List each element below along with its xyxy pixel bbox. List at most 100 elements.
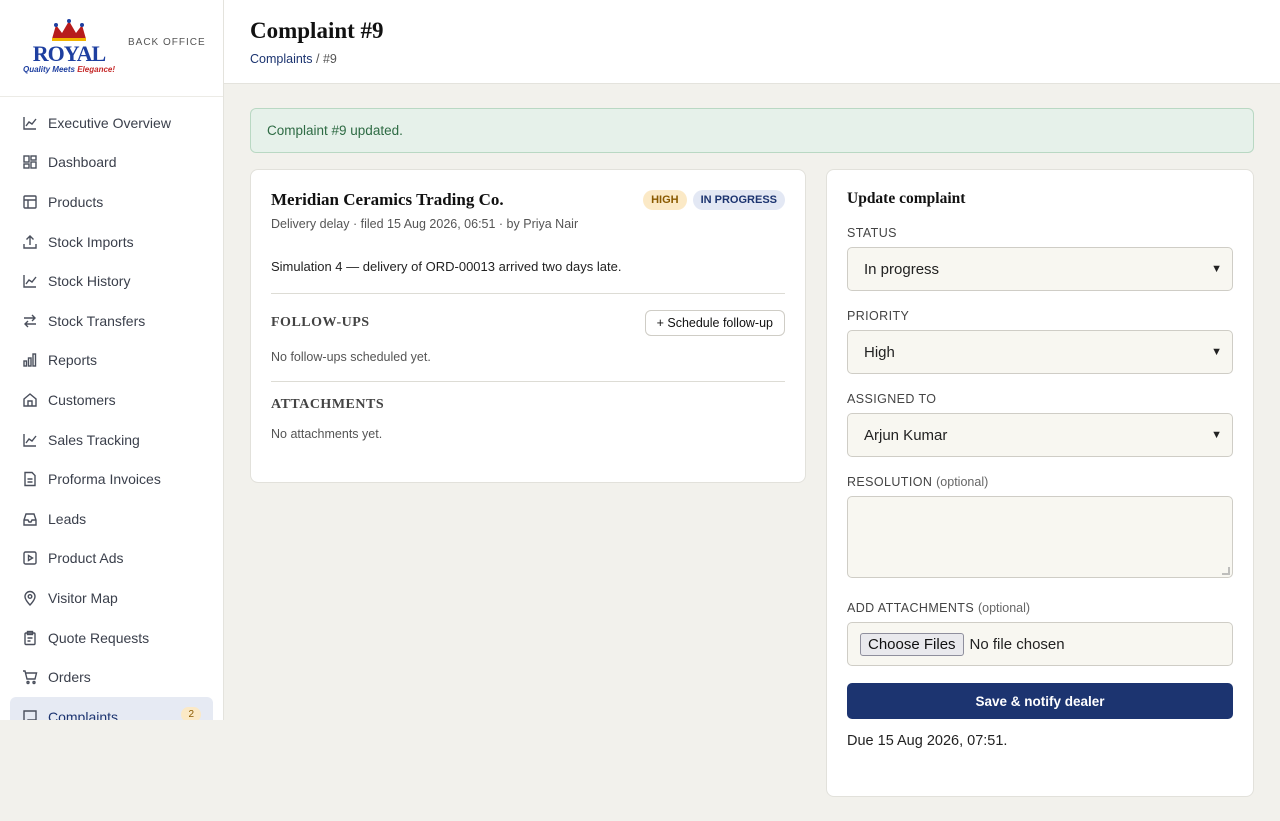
bar-chart-icon [22,352,38,368]
sidebar-item-label: Visitor Map [48,589,118,606]
grid-icon [22,154,38,170]
attachments-empty-text: No attachments yet. [271,427,383,441]
divider [271,293,785,294]
sidebar-item-product-ads[interactable]: Product Ads [0,539,213,579]
status-select[interactable]: In progress ▼ [847,247,1233,291]
followups-header: FOLLOW-UPS + Schedule follow-up [271,310,785,336]
sidebar-item-label: Orders [48,669,91,686]
form-title: Update complaint [847,190,966,207]
sidebar-item-proforma-invoices[interactable]: Proforma Invoices [0,459,213,499]
sidebar-item-executive-overview[interactable]: Executive Overview [0,103,213,143]
complaints-count-badge: 2 [181,706,201,720]
sidebar-item-stock-history[interactable]: Stock History [0,261,213,301]
pin-icon [22,590,38,606]
play-icon [22,550,38,566]
status-badge: IN PROGRESS [692,190,785,210]
sidebar-item-sales-tracking[interactable]: Sales Tracking [0,420,213,460]
box-icon [22,194,38,210]
sidebar-item-label: Customers [48,391,116,408]
page-title: Complaint #9 [250,18,384,43]
priority-select[interactable]: High ▼ [847,330,1233,374]
inbox-icon [22,511,38,527]
sidebar-item-label: Dashboard [48,154,117,171]
swap-icon [22,313,38,329]
add-attachments-label: ADD ATTACHMENTS (optional) [847,601,1031,615]
resolution-textarea[interactable] [847,496,1233,578]
sidebar-item-label: Proforma Invoices [48,471,161,488]
schedule-follow-up-button[interactable]: + Schedule follow-up [644,310,785,336]
royal-logo[interactable]: ROYAL Quality Meets Elegance! [20,17,118,79]
sidebar-nav: Executive Overview Dashboard Products St… [0,97,223,720]
sidebar-item-label: Stock Transfers [48,312,146,329]
badge-group: HIGH IN PROGRESS [643,190,785,210]
brand: ROYAL Quality Meets Elegance! BACK OFFIC… [0,0,223,97]
back-office-label: BACK OFFICE [128,36,206,48]
divider [271,381,785,382]
sidebar-item-label: Complaints [48,708,119,720]
sidebar-item-label: Product Ads [48,550,124,567]
breadcrumb-complaints-link[interactable]: Complaints [250,52,313,66]
logo-wordmark: ROYAL [32,41,106,66]
attachments-title: ATTACHMENTS [271,397,385,412]
breadcrumb: Complaints / #9 [250,52,1254,66]
save-notify-dealer-button[interactable]: Save & notify dealer [847,683,1233,719]
sidebar: ROYAL Quality Meets Elegance! BACK OFFIC… [0,0,224,720]
sidebar-item-reports[interactable]: Reports [0,341,213,381]
logo-tagline: Quality Meets Elegance! [22,65,116,74]
attachments-file-input[interactable]: Choose Files No file chosen [847,622,1233,666]
trend-icon [22,273,38,289]
status-selected-value: In progress [864,260,940,278]
priority-selected-value: High [864,343,895,361]
store-icon [22,392,38,408]
sidebar-item-label: Leads [48,510,87,527]
chevron-down-icon: ▼ [1211,429,1222,441]
sidebar-item-visitor-map[interactable]: Visitor Map [0,578,213,618]
assigned-selected-value: Arjun Kumar [864,426,948,444]
sidebar-item-orders[interactable]: Orders [0,657,213,697]
complaint-details-card: Meridian Ceramics Trading Co. HIGH IN PR… [250,169,806,483]
due-date-text: Due 15 Aug 2026, 07:51. [847,733,1008,749]
clipboard-icon [22,630,38,646]
trend-icon [22,115,38,131]
breadcrumb-current: / #9 [312,52,337,66]
sidebar-item-dashboard[interactable]: Dashboard [0,143,213,183]
assigned-to-label: ASSIGNED TO [847,392,937,406]
status-label: STATUS [847,226,897,240]
sidebar-item-label: Stock Imports [48,233,134,250]
resolution-label: RESOLUTION (optional) [847,475,989,489]
sidebar-item-label: Quote Requests [48,629,150,646]
chevron-down-icon: ▼ [1211,346,1222,358]
complaint-description: Simulation 4 — delivery of ORD-00013 arr… [271,259,622,274]
assigned-to-select[interactable]: Arjun Kumar ▼ [847,413,1233,457]
upload-icon [22,234,38,250]
resize-handle-icon[interactable] [1222,567,1230,575]
sidebar-item-customers[interactable]: Customers [0,380,213,420]
sidebar-item-complaints[interactable]: Complaints 2 [10,696,213,720]
followups-empty-text: No follow-ups scheduled yet. [271,350,431,364]
update-complaint-card: Update complaint STATUS In progress ▼ PR… [826,169,1254,797]
choose-files-button[interactable]: Choose Files [860,632,964,656]
sidebar-item-label: Executive Overview [48,114,171,131]
trend-icon [22,432,38,448]
priority-badge: HIGH [643,190,687,210]
file-status-text: No file chosen [969,635,1065,653]
success-alert: Complaint #9 updated. [250,108,1254,153]
sidebar-item-label: Sales Tracking [48,431,140,448]
cart-icon [22,669,38,685]
chevron-down-icon: ▼ [1211,263,1222,275]
followups-title: FOLLOW-UPS [271,315,370,330]
sidebar-item-products[interactable]: Products [0,182,213,222]
sidebar-item-label: Products [48,193,104,210]
message-icon [22,709,38,720]
sidebar-item-label: Stock History [48,273,131,290]
sidebar-item-leads[interactable]: Leads [0,499,213,539]
page-header: Complaint #9 Complaints / #9 [224,0,1280,84]
document-icon [22,471,38,487]
priority-label: PRIORITY [847,309,910,323]
sidebar-item-quote-requests[interactable]: Quote Requests [0,618,213,658]
attachments-header: ATTACHMENTS [271,397,785,413]
sidebar-item-stock-transfers[interactable]: Stock Transfers [0,301,213,341]
sidebar-item-label: Reports [48,352,98,369]
complaint-meta: Delivery delay · filed 15 Aug 2026, 06:5… [271,217,579,231]
sidebar-item-stock-imports[interactable]: Stock Imports [0,222,213,262]
